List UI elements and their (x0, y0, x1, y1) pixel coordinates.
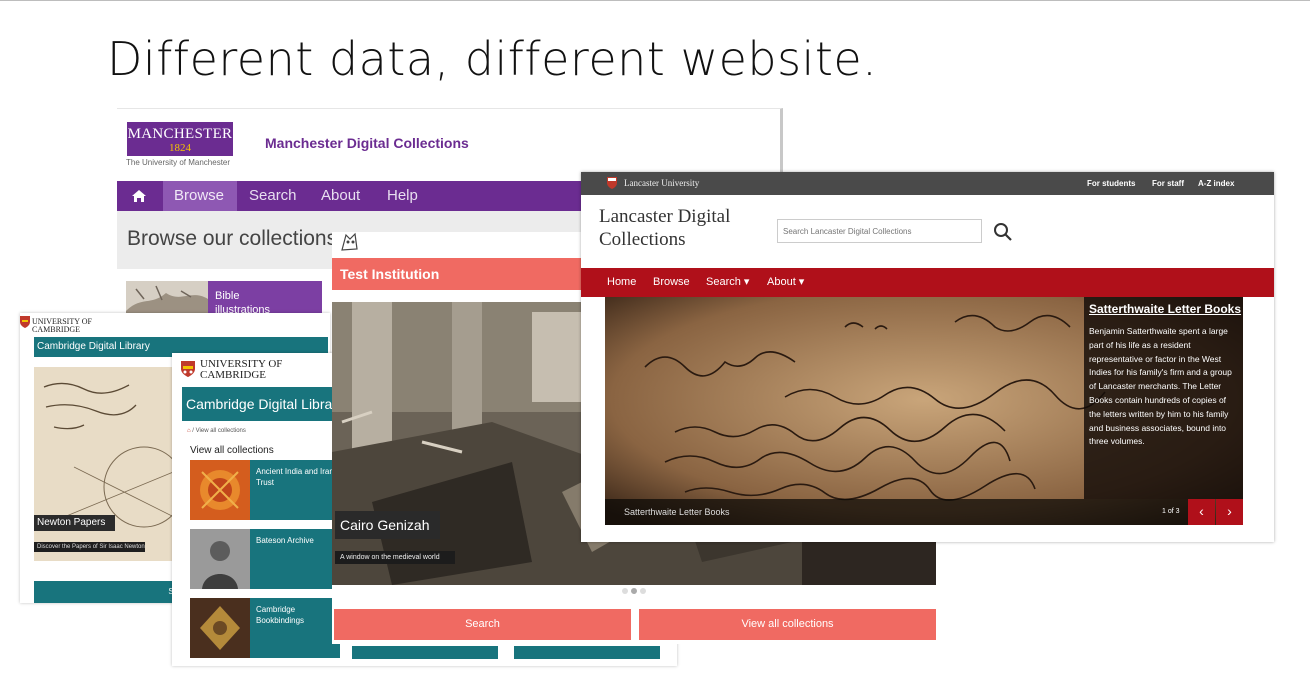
cambridge-front-wordmark-line2: CAMBRIDGE (200, 369, 267, 381)
manchester-logo[interactable]: MANCHESTER 1824 (127, 122, 233, 156)
newton-papers-subtitle: Discover the Papers of Sir Isaac Newton (34, 542, 145, 552)
manchester-nav-help[interactable]: Help (387, 181, 418, 211)
lancaster-title-line1: Lancaster Digital (599, 206, 731, 227)
lancaster-university-name[interactable]: Lancaster University (624, 172, 699, 195)
cambridge-crest-icon (181, 361, 195, 377)
search-icon[interactable] (993, 222, 1013, 242)
cambridge-crest-icon (20, 316, 30, 328)
slide-top-rule (0, 0, 1310, 1)
collection-tile-partial[interactable] (514, 646, 660, 659)
breadcrumb: ⌂ / View all collections (187, 428, 246, 434)
manchester-logo-year: 1824 (169, 142, 191, 154)
cambridge-back-wordmark: UNIVERSITY OF CAMBRIDGE (32, 318, 92, 334)
lancaster-nav-home[interactable]: Home (607, 268, 636, 297)
collection-bookbindings[interactable]: Cambridge Bookbindings (250, 598, 340, 658)
breadcrumb-current: / View all collections (192, 428, 246, 434)
lancaster-nav-search[interactable]: Search ▾ (706, 268, 749, 297)
chevron-right-icon[interactable]: › (1216, 499, 1243, 525)
manchester-university-name: The University of Manchester (126, 158, 231, 167)
lancaster-site-title[interactable]: Lancaster Digital Collections (599, 205, 730, 251)
ancient-india-thumbnail[interactable] (190, 460, 250, 520)
lancaster-nav-browse[interactable]: Browse (653, 268, 690, 297)
test-view-all-button[interactable]: View all collections (639, 609, 936, 640)
home-icon[interactable]: ⌂ (187, 428, 191, 434)
satterthwaite-feature-description: Benjamin Satterthwaite spent a large par… (1089, 326, 1232, 447)
collection-tile-partial[interactable] (352, 646, 498, 659)
lancaster-screenshot: Lancaster University For students For st… (581, 172, 1274, 542)
lancaster-nav-about[interactable]: About ▾ (767, 268, 804, 297)
manchester-nav-browse-label: Browse (174, 187, 225, 204)
manchester-logo-word: MANCHESTER (127, 126, 233, 142)
manchester-browse-heading: Browse our collections (127, 227, 338, 250)
chevron-left-icon[interactable]: ‹ (1188, 499, 1215, 525)
collection-bateson[interactable]: Bateson Archive (250, 529, 340, 589)
lancaster-search-input[interactable] (777, 219, 982, 243)
cambridge-front-wordmark: UNIVERSITY OF CAMBRIDGE (200, 359, 282, 381)
cairo-genizah-title[interactable]: Cairo Genizah (335, 511, 440, 539)
manchester-nav-search[interactable]: Search (249, 181, 297, 211)
owl-logo-icon (341, 232, 358, 251)
test-search-button[interactable]: Search (334, 609, 631, 640)
bookbindings-thumbnail[interactable] (190, 598, 250, 658)
bateson-thumbnail[interactable] (190, 529, 250, 589)
manchester-nav-about[interactable]: About (321, 181, 360, 211)
carousel-caption: Satterthwaite Letter Books (605, 499, 1188, 525)
lancaster-crest-icon (607, 177, 617, 189)
newton-papers-label[interactable]: Newton Papers (34, 515, 115, 531)
cambridge-back-wordmark-line2: CAMBRIDGE (32, 325, 81, 334)
lancaster-title-line2: Collections (599, 229, 686, 250)
satterthwaite-feature-panel: Satterthwaite Letter Books Benjamin Satt… (1084, 297, 1243, 499)
for-staff-link[interactable]: For staff (1152, 172, 1184, 195)
collections-heading: View all collections (190, 445, 274, 456)
home-icon[interactable] (117, 181, 160, 211)
carousel-counter: 1 of 3 (1162, 508, 1180, 515)
cairo-genizah-subtitle: A window on the medieval world (335, 551, 455, 564)
cambridge-front-site-title[interactable]: Cambridge Digital Library (182, 387, 344, 421)
carousel-dots[interactable] (620, 587, 650, 595)
collection-ancient-india[interactable]: Ancient India and Iran Trust (250, 460, 340, 520)
slide-title: Different data, different website. (107, 32, 878, 86)
manchester-site-title[interactable]: Manchester Digital Collections (265, 135, 469, 151)
lancaster-navbar: Home Browse Search ▾ About ▾ (581, 268, 1274, 297)
satterthwaite-feature-title[interactable]: Satterthwaite Letter Books (1089, 302, 1241, 316)
az-index-link[interactable]: A-Z index (1198, 172, 1234, 195)
for-students-link[interactable]: For students (1087, 172, 1135, 195)
